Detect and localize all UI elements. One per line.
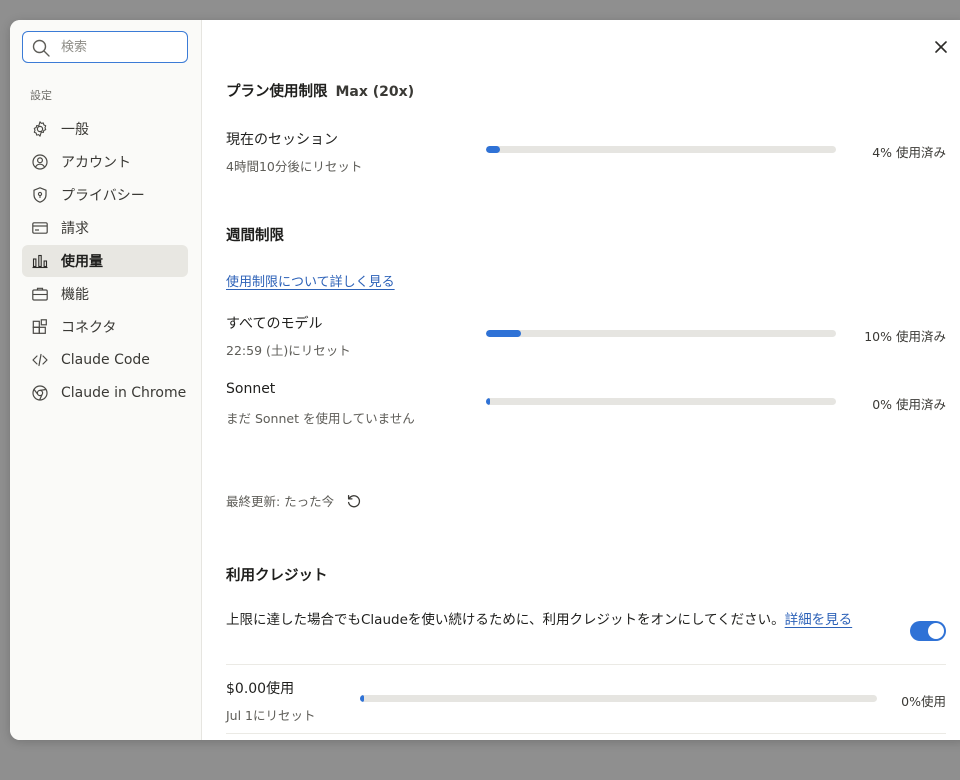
session-reset: 4時間10分後にリセット xyxy=(226,159,363,174)
sonnet-progress-fill xyxy=(486,398,490,405)
sonnet-percent: 0% 使用済み xyxy=(872,397,946,412)
sidebar-item-billing[interactable]: 請求 xyxy=(22,212,188,244)
sonnet-progress-bar xyxy=(486,398,836,405)
weekly-limits-title: 週間制限 xyxy=(226,228,284,244)
sidebar-item-usage[interactable]: 使用量 xyxy=(22,245,188,277)
sidebar-item-label: 機能 xyxy=(61,287,89,303)
sidebar-item-claude-code[interactable]: Claude Code xyxy=(22,344,188,376)
sidebar-item-account[interactable]: アカウント xyxy=(22,146,188,178)
sonnet-label: Sonnet xyxy=(226,381,276,397)
credit-usage-percent: 0%使用 xyxy=(901,694,946,709)
credits-details-link[interactable]: 詳細を見る xyxy=(785,612,853,628)
blocks-icon xyxy=(31,318,49,336)
last-updated-label: 最終更新: たった今 xyxy=(226,494,335,509)
credits-title: 利用クレジット xyxy=(226,568,328,584)
sidebar-item-label: プライバシー xyxy=(61,188,145,204)
sidebar-item-label: Claude Code xyxy=(61,352,150,368)
sidebar-item-connectors[interactable]: コネクタ xyxy=(22,311,188,343)
sidebar-item-claude-in-chrome[interactable]: Claude in Chrome xyxy=(22,377,188,409)
plan-limits-title: プラン使用制限 xyxy=(226,84,328,100)
user-circle-icon xyxy=(31,153,49,171)
all-models-progress-bar xyxy=(486,330,836,337)
divider xyxy=(226,733,946,734)
sidebar-item-label: アカウント xyxy=(61,155,131,171)
session-label: 現在のセッション xyxy=(226,132,338,148)
sidebar-item-label: 一般 xyxy=(61,122,89,138)
all-models-label: すべてのモデル xyxy=(226,316,323,332)
all-models-reset: 22:59 (土)にリセット xyxy=(226,343,351,358)
credits-toggle[interactable] xyxy=(910,621,946,641)
sidebar-section-label: 設定 xyxy=(30,89,52,102)
sidebar-item-label: 請求 xyxy=(61,221,89,237)
usage-panel: プラン使用制限 Max (20x) 現在のセッション 4時間10分後にリセット 4… xyxy=(202,20,960,740)
credit-usage-label: $0.00使用 xyxy=(226,681,295,697)
settings-modal: 設定 一般 アカウント プライバシー xyxy=(10,20,960,740)
sidebar-nav: 一般 アカウント プライバシー 請求 使用量 機能 コネクタ Claude Co… xyxy=(22,113,188,410)
session-progress-bar xyxy=(486,146,836,153)
sidebar-item-label: 使用量 xyxy=(61,254,103,270)
close-icon[interactable] xyxy=(932,38,950,56)
sidebar-item-label: コネクタ xyxy=(61,320,117,336)
bar-chart-icon xyxy=(31,252,49,270)
search-input[interactable] xyxy=(61,36,179,58)
search-icon xyxy=(32,39,50,57)
sidebar-item-features[interactable]: 機能 xyxy=(22,278,188,310)
credit-progress-bar xyxy=(360,695,877,702)
all-models-progress-fill xyxy=(486,330,521,337)
gear-icon xyxy=(31,120,49,138)
settings-sidebar: 設定 一般 アカウント プライバシー xyxy=(10,20,202,740)
sidebar-item-general[interactable]: 一般 xyxy=(22,113,188,145)
globe-icon xyxy=(31,384,49,402)
refresh-icon[interactable] xyxy=(346,493,362,509)
credit-progress-fill xyxy=(360,695,364,702)
divider xyxy=(226,664,946,665)
credit-card-icon xyxy=(31,219,49,237)
credits-description-text: 上限に達した場合でもClaudeを使い続けるために、利用クレジットをオンにしてく… xyxy=(226,612,785,628)
last-updated: 最終更新: たった今 xyxy=(226,491,362,510)
plan-limits-heading: プラン使用制限 Max (20x) xyxy=(226,80,414,101)
credits-description: 上限に達した場合でもClaudeを使い続けるために、利用クレジットをオンにしてく… xyxy=(226,610,866,631)
sidebar-item-label: Claude in Chrome xyxy=(61,385,187,401)
toggle-knob xyxy=(928,623,944,639)
session-progress-fill xyxy=(486,146,500,153)
shield-icon xyxy=(31,186,49,204)
briefcase-icon xyxy=(31,285,49,303)
sidebar-item-privacy[interactable]: プライバシー xyxy=(22,179,188,211)
plan-badge: Max (20x) xyxy=(335,84,415,100)
session-percent: 4% 使用済み xyxy=(872,145,946,160)
search-box[interactable] xyxy=(22,31,188,63)
all-models-percent: 10% 使用済み xyxy=(864,329,946,344)
credit-usage-reset: Jul 1にリセット xyxy=(226,708,316,723)
code-icon xyxy=(31,351,49,369)
learn-more-limits-link[interactable]: 使用制限について詳しく見る xyxy=(226,271,395,290)
sonnet-reset: まだ Sonnet を使用していません xyxy=(226,411,415,426)
